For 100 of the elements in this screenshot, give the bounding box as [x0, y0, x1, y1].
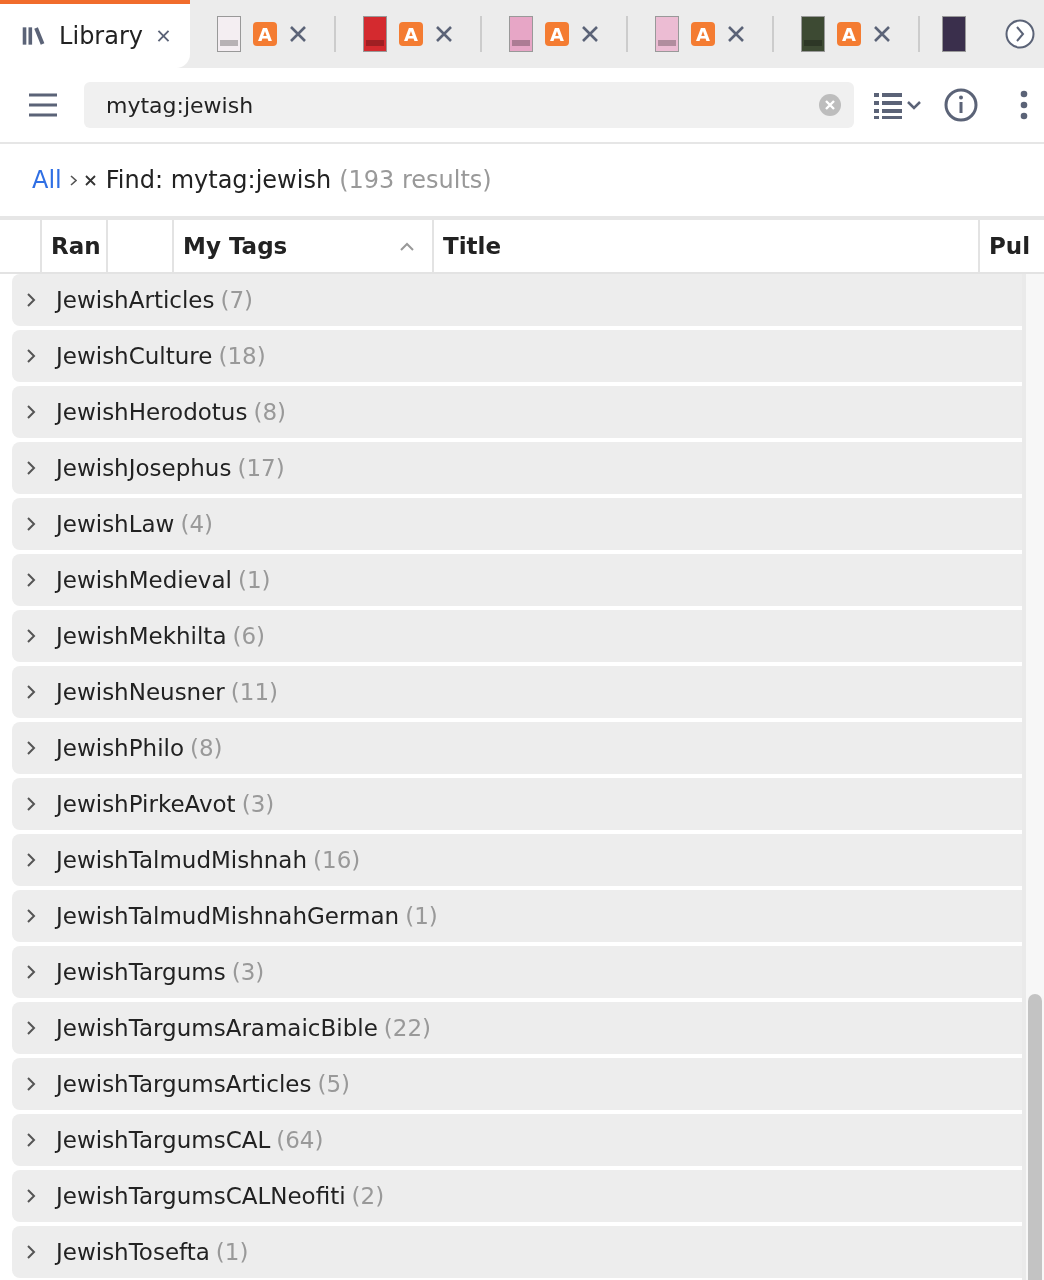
- tag-group-row[interactable]: JewishPhilo (8): [12, 722, 1022, 774]
- tag-name: JewishTalmudMishnahGerman: [56, 903, 400, 929]
- item-count: (22): [383, 1015, 431, 1041]
- item-count: (4): [180, 511, 213, 537]
- tag-name: JewishTargumsAramaicBible: [56, 1015, 378, 1041]
- tag-group-row[interactable]: JewishNeusner (11): [12, 666, 1022, 718]
- column-header[interactable]: Pul: [980, 220, 1044, 272]
- expand-icon[interactable]: [26, 1244, 36, 1260]
- breadcrumb-link[interactable]: All: [32, 166, 62, 194]
- search-filter-label: Find: mytag:jewish: [105, 166, 332, 194]
- tag-name: JewishJosephus: [56, 455, 232, 481]
- info-icon[interactable]: [944, 88, 978, 122]
- item-count: (8): [253, 399, 286, 425]
- more-icon[interactable]: [1020, 90, 1028, 120]
- expand-icon[interactable]: [26, 964, 36, 980]
- annotation-badge: A: [253, 22, 277, 46]
- item-count: (3): [241, 791, 275, 817]
- item-count: (3): [231, 959, 265, 985]
- sort-ascending-icon[interactable]: [400, 241, 414, 251]
- tag-name: JewishMedieval: [56, 567, 232, 593]
- tag-name: JewishLaw: [56, 511, 175, 537]
- tag-group-row[interactable]: JewishTargumsCAL (64): [12, 1114, 1022, 1166]
- tag-name: JewishArticles: [56, 287, 215, 313]
- tag-name: JewishMekhilta: [56, 623, 227, 649]
- expand-icon[interactable]: [26, 572, 36, 588]
- tag-name: JewishTargumsArticles: [56, 1071, 312, 1097]
- remove-filter-icon[interactable]: [84, 174, 96, 186]
- column-header[interactable]: Title: [434, 220, 980, 272]
- item-count: (17): [237, 455, 285, 481]
- expand-icon[interactable]: [26, 740, 36, 756]
- expand-icon[interactable]: [26, 628, 36, 644]
- result-count: (193 results): [339, 166, 492, 194]
- library-tab[interactable]: Library: [0, 0, 190, 68]
- expand-icon[interactable]: [26, 1020, 36, 1036]
- tag-name: JewishTargums: [56, 959, 226, 985]
- close-icon[interactable]: [873, 25, 891, 43]
- annotation-badge: A: [691, 22, 715, 46]
- tag-group-row[interactable]: JewishCulture (18): [12, 330, 1022, 382]
- item-count: (11): [230, 679, 278, 705]
- tag-group-row[interactable]: JewishPirkeAvot (3): [12, 778, 1022, 830]
- tag-group-row[interactable]: JewishTargumsArticles (5): [12, 1058, 1022, 1110]
- tag-name: JewishHerodotus: [56, 399, 248, 425]
- expand-icon[interactable]: [26, 908, 36, 924]
- tag-name: JewishTargumsCALNeofiti: [56, 1183, 346, 1209]
- item-count: (2): [351, 1183, 385, 1209]
- scrollbar-thumb[interactable]: [1028, 994, 1042, 1280]
- item-count: (6): [232, 623, 266, 649]
- item-count: (1): [215, 1239, 249, 1265]
- tag-group-row[interactable]: JewishTalmudMishnah (16): [12, 834, 1022, 886]
- expand-icon[interactable]: [26, 684, 36, 700]
- close-icon[interactable]: [289, 25, 307, 43]
- expand-icon[interactable]: [26, 516, 36, 532]
- column-header[interactable]: Ran: [42, 220, 108, 272]
- tag-group-row[interactable]: JewishMekhilta (6): [12, 610, 1022, 662]
- expand-icon[interactable]: [26, 460, 36, 476]
- item-count: (7): [220, 287, 254, 313]
- expand-icon[interactable]: [26, 1188, 36, 1204]
- item-count: (8): [190, 735, 223, 761]
- expand-icon[interactable]: [26, 292, 36, 308]
- expand-icon[interactable]: [26, 404, 36, 420]
- expand-icon[interactable]: [26, 1132, 36, 1148]
- close-icon[interactable]: [435, 25, 453, 43]
- tag-group-row[interactable]: JewishTosefta (1): [12, 1226, 1022, 1278]
- annotation-badge: A: [837, 22, 861, 46]
- item-count: (1): [237, 567, 271, 593]
- tag-name: JewishTalmudMishnah: [56, 847, 308, 873]
- column-header[interactable]: My Tags: [174, 220, 434, 272]
- annotation-badge: A: [399, 22, 423, 46]
- tag-name: JewishTargumsCAL: [56, 1127, 271, 1153]
- item-count: (5): [317, 1071, 350, 1097]
- tag-group-row[interactable]: JewishJosephus (17): [12, 442, 1022, 494]
- annotation-badge: A: [545, 22, 569, 46]
- expand-icon[interactable]: [26, 796, 36, 812]
- item-count: (18): [218, 343, 266, 369]
- tab-label: Library: [59, 22, 143, 50]
- search-field[interactable]: mytag:jewish: [84, 82, 854, 128]
- tag-group-row[interactable]: JewishArticles (7): [12, 274, 1022, 326]
- expand-icon[interactable]: [26, 1076, 36, 1092]
- item-count: (64): [276, 1127, 324, 1153]
- item-count: (16): [313, 847, 361, 873]
- tag-name: JewishPirkeAvot: [56, 791, 236, 817]
- expand-icon[interactable]: [26, 852, 36, 868]
- menu-icon[interactable]: [28, 93, 58, 117]
- view-options-icon[interactable]: [874, 91, 924, 119]
- tag-name: JewishTosefta: [56, 1239, 210, 1265]
- expand-icon[interactable]: [26, 348, 36, 364]
- scroll-right-icon[interactable]: [1005, 19, 1035, 49]
- close-icon[interactable]: [581, 25, 599, 43]
- tag-group-row[interactable]: JewishHerodotus (8): [12, 386, 1022, 438]
- tag-group-row[interactable]: JewishTargumsCALNeofiti (2): [12, 1170, 1022, 1222]
- tag-group-row[interactable]: JewishTargums (3): [12, 946, 1022, 998]
- close-icon[interactable]: [727, 25, 745, 43]
- tag-group-row[interactable]: JewishLaw (4): [12, 498, 1022, 550]
- tag-group-row[interactable]: JewishMedieval (1): [12, 554, 1022, 606]
- tag-group-row[interactable]: JewishTalmudMishnahGerman (1): [12, 890, 1022, 942]
- tag-group-row[interactable]: JewishTargumsAramaicBible (22): [12, 1002, 1022, 1054]
- item-count: (1): [405, 903, 438, 929]
- chevron-icon: [69, 174, 77, 186]
- tag-name: JewishNeusner: [56, 679, 225, 705]
- tag-name: JewishCulture: [56, 343, 213, 369]
